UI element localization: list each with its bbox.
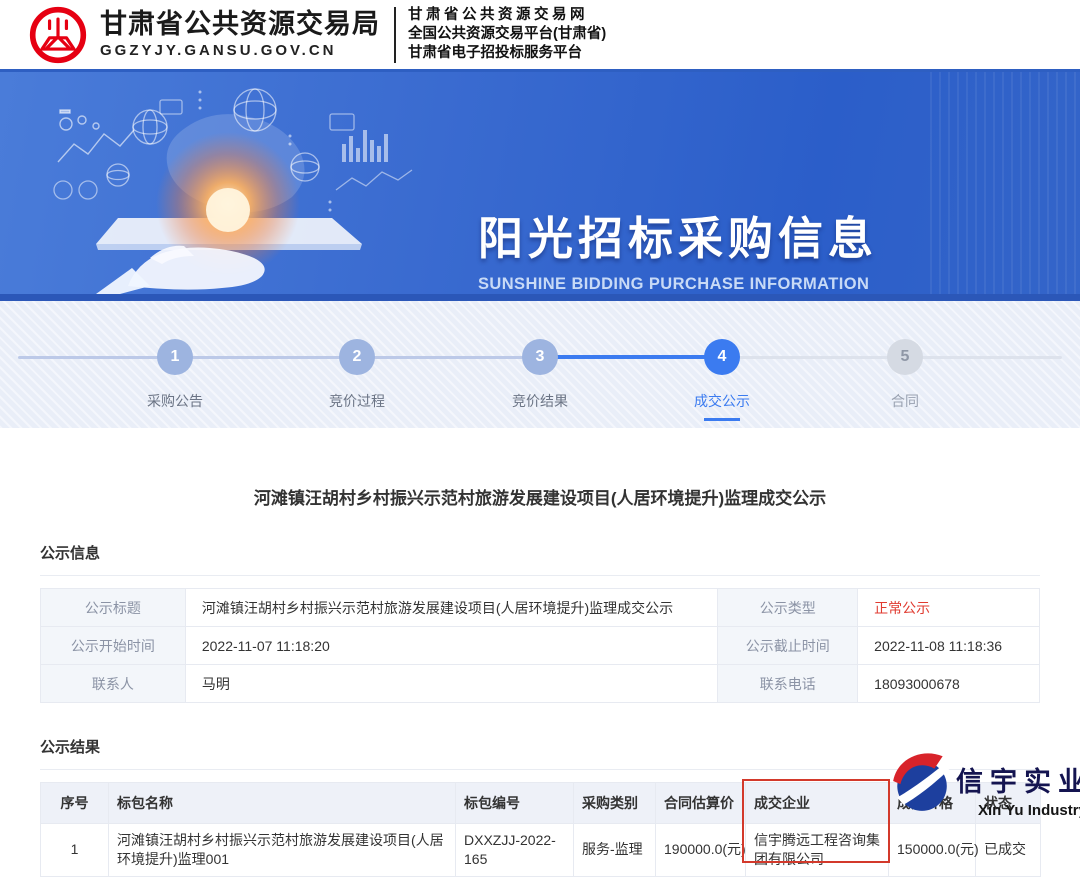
col-winner: 成交企业 xyxy=(746,783,889,824)
watermark-text: 信宇实业 Xin Yu Industry xyxy=(956,760,1080,819)
subline-2: 全国公共资源交易平台(甘肃省) xyxy=(408,25,606,44)
table-row: 联系人 马明 联系电话 18093000678 xyxy=(41,665,1040,703)
step-circle-5[interactable]: 5 xyxy=(887,339,923,375)
info-label-type: 公示类型 xyxy=(718,589,858,627)
xinyu-logo-icon xyxy=(888,748,954,814)
col-no: 序号 xyxy=(41,783,109,824)
watermark-en: Xin Yu Industry xyxy=(978,802,1080,819)
header-sublines: 甘肃省公共资源交易网 全国公共资源交易平台(甘肃省) 甘肃省电子招投标服务平台 xyxy=(408,6,606,63)
watermark-cn: 信宇实业 xyxy=(956,760,1080,799)
banner: 阳光招标采购信息 SUNSHINE BIDDING PURCHASE INFOR… xyxy=(0,72,1080,294)
cell-category: 服务-监理 xyxy=(574,824,656,877)
info-value-phone: 18093000678 xyxy=(858,665,1040,703)
step-deal-announcement[interactable]: 4 成交公示 xyxy=(662,339,782,421)
cell-package-code: DXXZJJ-2022-165 xyxy=(456,824,574,877)
cell-package-name: 河滩镇汪胡村乡村振兴示范村旅游发展建设项目(人居环境提升)监理001 xyxy=(109,824,456,877)
step-label-3[interactable]: 竞价结果 xyxy=(480,391,600,411)
banner-illustration xyxy=(0,72,470,294)
info-label-end-time: 公示截止时间 xyxy=(718,627,858,665)
step-label-2[interactable]: 竞价过程 xyxy=(297,391,417,411)
table-row: 公示开始时间 2022-11-07 11:18:20 公示截止时间 2022-1… xyxy=(41,627,1040,665)
step-purchase-notice[interactable]: 1 采购公告 xyxy=(115,339,235,411)
info-label-contact: 联系人 xyxy=(41,665,186,703)
step-contract[interactable]: 5 合同 xyxy=(845,339,965,411)
col-category: 采购类别 xyxy=(574,783,656,824)
org-block: 甘肃省公共资源交易局 GGZYJY.GANSU.GOV.CN xyxy=(100,10,380,59)
page-title: 河滩镇汪胡村乡村振兴示范村旅游发展建设项目(人居环境提升)监理成交公示 xyxy=(40,432,1040,509)
subline-3: 甘肃省电子招投标服务平台 xyxy=(408,44,606,63)
org-url: GGZYJY.GANSU.GOV.CN xyxy=(100,43,380,60)
step-circle-3[interactable]: 3 xyxy=(522,339,558,375)
info-label-title: 公示标题 xyxy=(41,589,186,627)
header-divider xyxy=(394,7,396,63)
step-label-5[interactable]: 合同 xyxy=(845,391,965,411)
active-step-underline xyxy=(704,418,740,421)
org-name: 甘肃省公共资源交易局 xyxy=(100,10,380,40)
step-circle-4[interactable]: 4 xyxy=(704,339,740,375)
banner-streaks xyxy=(930,72,1080,294)
info-value-title: 河滩镇汪胡村乡村振兴示范村旅游发展建设项目(人居环境提升)监理成交公示 xyxy=(185,589,717,627)
info-value-type: 正常公示 xyxy=(858,589,1040,627)
step-label-4[interactable]: 成交公示 xyxy=(662,391,782,411)
info-value-start-time: 2022-11-07 11:18:20 xyxy=(185,627,717,665)
info-table: 公示标题 河滩镇汪胡村乡村振兴示范村旅游发展建设项目(人居环境提升)监理成交公示… xyxy=(40,588,1040,703)
cell-no: 1 xyxy=(41,824,109,877)
subline-1: 甘肃省公共资源交易网 xyxy=(408,6,606,25)
cell-status: 已成交 xyxy=(976,824,1041,877)
info-label-start-time: 公示开始时间 xyxy=(41,627,186,665)
track-done xyxy=(18,356,540,359)
banner-text: 阳光招标采购信息 SUNSHINE BIDDING PURCHASE INFOR… xyxy=(478,202,878,294)
col-package-name: 标包名称 xyxy=(109,783,456,824)
info-value-contact: 马明 xyxy=(185,665,717,703)
info-label-phone: 联系电话 xyxy=(718,665,858,703)
cell-winner: 信宇腾远工程咨询集团有限公司 xyxy=(746,824,889,877)
col-package-code: 标包编号 xyxy=(456,783,574,824)
site-header: 甘肃省公共资源交易局 GGZYJY.GANSU.GOV.CN 甘肃省公共资源交易… xyxy=(0,0,1080,72)
banner-subtitle: SUNSHINE BIDDING PURCHASE INFORMATION xyxy=(478,275,878,294)
cell-deal-price: 150000.0(元) xyxy=(889,824,976,877)
step-bidding-process[interactable]: 2 竞价过程 xyxy=(297,339,417,411)
table-row: 1 河滩镇汪胡村乡村振兴示范村旅游发展建设项目(人居环境提升)监理001 DXX… xyxy=(41,824,1041,877)
col-estimate-price: 合同估算价 xyxy=(656,783,746,824)
info-section-heading: 公示信息 xyxy=(40,542,1040,576)
banner-bottom-strip xyxy=(0,294,1080,301)
banner-title: 阳光招标采购信息 xyxy=(478,202,878,267)
table-row: 公示标题 河滩镇汪胡村乡村振兴示范村旅游发展建设项目(人居环境提升)监理成交公示… xyxy=(41,589,1040,627)
step-circle-1[interactable]: 1 xyxy=(157,339,193,375)
step-progress-bar: 1 采购公告 2 竞价过程 3 竞价结果 4 成交公示 5 合同 xyxy=(0,301,1080,428)
gansu-logo-icon xyxy=(28,5,88,65)
cell-estimate-price: 190000.0(元) xyxy=(656,824,746,877)
step-circle-2[interactable]: 2 xyxy=(339,339,375,375)
step-bidding-result[interactable]: 3 竞价结果 xyxy=(480,339,600,411)
watermark: 信宇实业 Xin Yu Industry xyxy=(888,748,1080,819)
info-value-end-time: 2022-11-08 11:18:36 xyxy=(858,627,1040,665)
step-label-1[interactable]: 采购公告 xyxy=(115,391,235,411)
